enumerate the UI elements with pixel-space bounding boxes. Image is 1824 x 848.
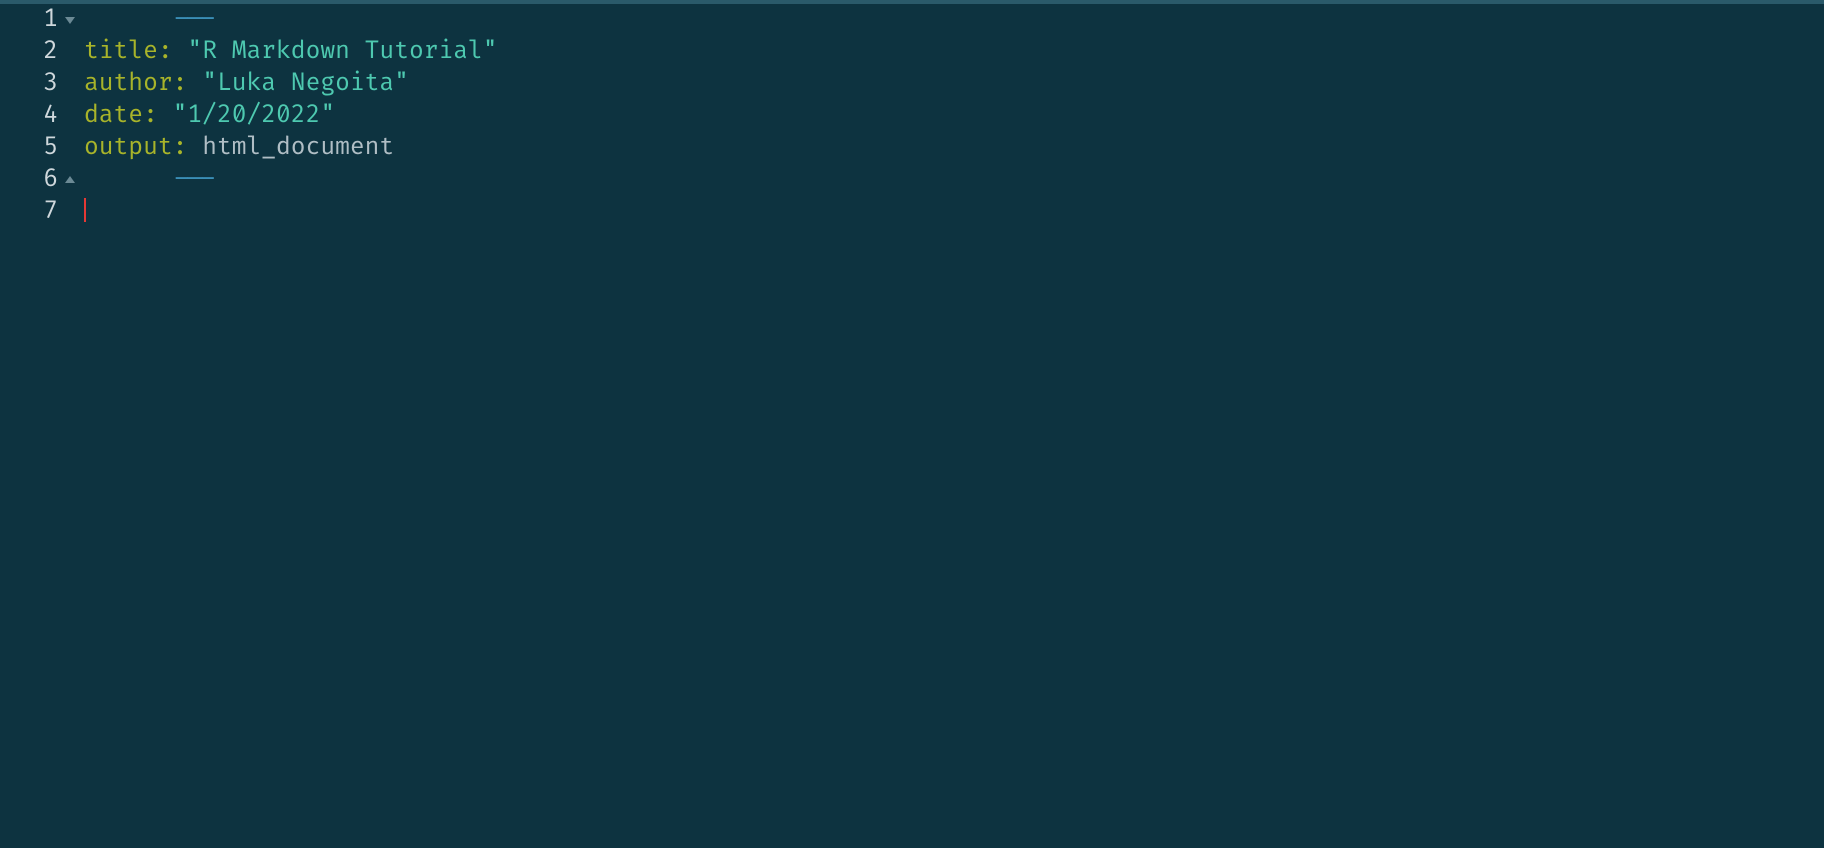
line-number: 4 [0,100,62,132]
line-number: 2 [0,36,62,68]
yaml-value: html_document [202,133,394,162]
yaml-space [187,69,202,98]
code-line[interactable]: 1 --- [0,4,1824,36]
code-line[interactable]: 2 title: "R Markdown Tutorial" [0,36,1824,68]
line-number: 6 [0,164,62,196]
yaml-value: "Luka Negoita" [202,69,409,98]
yaml-colon: : [158,37,173,66]
yaml-space [173,37,188,66]
code-content[interactable]: title: "R Markdown Tutorial" [78,36,498,68]
yaml-value: "1/20/2022" [173,101,335,130]
line-number: 1 [0,4,62,36]
line-number: 5 [0,132,62,164]
yaml-key: title [84,37,158,66]
yaml-value: "R Markdown Tutorial" [187,37,497,66]
yaml-key: author [84,69,173,98]
yaml-delimiter: --- [173,5,217,34]
yaml-delimiter: --- [173,165,217,194]
yaml-space [158,101,173,130]
line-number: 3 [0,68,62,100]
code-line[interactable]: 4 date: "1/20/2022" [0,100,1824,132]
text-cursor [84,198,86,222]
code-line[interactable]: 7 [0,196,1824,228]
yaml-colon: : [143,101,158,130]
code-line[interactable]: 6 --- [0,164,1824,196]
code-content[interactable] [78,196,86,228]
code-line[interactable]: 3 author: "Luka Negoita" [0,68,1824,100]
yaml-colon: : [173,69,188,98]
fold-up-icon[interactable] [62,175,78,185]
code-editor[interactable]: 1 --- 2 title: "R Markdown Tutorial" 3 a… [0,0,1824,848]
code-content[interactable]: author: "Luka Negoita" [78,68,409,100]
code-line[interactable]: 5 output: html_document [0,132,1824,164]
yaml-key: date [84,101,143,130]
line-number: 7 [0,196,62,228]
fold-down-icon[interactable] [62,15,78,25]
code-content[interactable]: date: "1/20/2022" [78,100,335,132]
